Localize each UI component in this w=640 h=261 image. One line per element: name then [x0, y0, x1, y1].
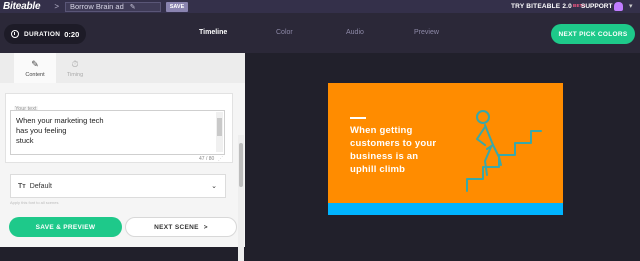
tab-color[interactable]: Color — [276, 29, 293, 36]
save-button[interactable]: SAVE — [165, 1, 188, 12]
stopwatch-icon: ⏱ — [71, 58, 79, 69]
next-scene-label: NEXT SCENE — [154, 223, 199, 231]
font-hint: Apply this font to all scenes — [10, 200, 59, 205]
try-biteable-link[interactable]: TRY BITEABLE 2.0BETA — [511, 3, 586, 10]
scene-text-input[interactable]: When your marketing tech has you feeling… — [10, 110, 225, 155]
save-and-preview-button[interactable]: SAVE & PREVIEW — [9, 217, 122, 237]
accent-rule — [350, 117, 366, 119]
duration-label: DURATION — [24, 30, 61, 38]
duration-value: 0:20 — [64, 29, 80, 39]
project-name-field[interactable]: Borrow Brain ad ✎ — [64, 1, 161, 12]
clock-icon — [11, 30, 19, 38]
chevron-right-icon: > — [203, 223, 208, 231]
font-select[interactable]: Tт Default ⌄ — [10, 174, 226, 198]
text-line: stuck — [16, 136, 34, 145]
preview-line: customers to your — [350, 138, 437, 149]
preview-line: uphill climb — [350, 164, 406, 175]
tab-preview[interactable]: Preview — [414, 29, 439, 36]
preview-bottom-stripe — [328, 203, 563, 215]
panel-scrollbar-thumb[interactable] — [239, 143, 243, 187]
next-pick-colors-button[interactable]: NEXT PICK COLORS — [551, 24, 635, 44]
chevron-down-icon: ⌄ — [211, 183, 217, 190]
editor-toolbar: DURATION 0:20 Timeline Color Audio Previ… — [0, 13, 640, 53]
preview-line: When getting — [350, 125, 413, 136]
text-line: has you feeling — [16, 126, 67, 135]
edit-pencil-icon[interactable]: ✎ — [130, 3, 136, 11]
tab-timeline[interactable]: Timeline — [199, 29, 227, 36]
notification-bell-icon[interactable] — [614, 2, 623, 11]
character-counter: 47 / 80 — [199, 156, 215, 162]
biteable-logo[interactable]: Biteable — [3, 1, 41, 12]
duration-pill: DURATION 0:20 — [4, 24, 86, 44]
text-font-icon: Tт — [18, 182, 26, 190]
text-line: When your marketing tech — [16, 116, 104, 125]
pencil-icon: ✎ — [31, 58, 39, 69]
tab-content[interactable]: ✎ Content — [14, 53, 56, 83]
scene-preview[interactable]: When getting customers to your business … — [328, 83, 563, 215]
font-name: Default — [29, 182, 52, 190]
preview-line: business is an — [350, 151, 419, 162]
tab-audio[interactable]: Audio — [346, 29, 364, 36]
panel-tabs: ✎ Content ⏱ Timing — [0, 53, 245, 83]
person-climbing-stairs-icon — [466, 110, 542, 192]
preview-text: When getting customers to your business … — [350, 124, 455, 176]
breadcrumb-separator: > — [54, 2, 59, 11]
tab-timing[interactable]: ⏱ Timing — [54, 53, 96, 83]
next-scene-button[interactable]: NEXT SCENE > — [125, 217, 237, 237]
project-name[interactable]: Borrow Brain ad — [70, 2, 124, 11]
textarea-scrollbar-thumb[interactable] — [217, 118, 222, 136]
account-menu-caret-icon[interactable]: ▾ — [629, 2, 633, 10]
try-biteable-label: TRY BITEABLE 2.0 — [511, 3, 572, 10]
support-link[interactable]: SUPPORT — [581, 3, 612, 10]
tab-timing-label: Timing — [66, 71, 84, 78]
tab-content-label: Content — [25, 71, 45, 78]
top-bar: Biteable > Borrow Brain ad ✎ SAVE TRY BI… — [0, 0, 640, 13]
resize-handle-icon[interactable]: ⋰ — [218, 156, 223, 162]
